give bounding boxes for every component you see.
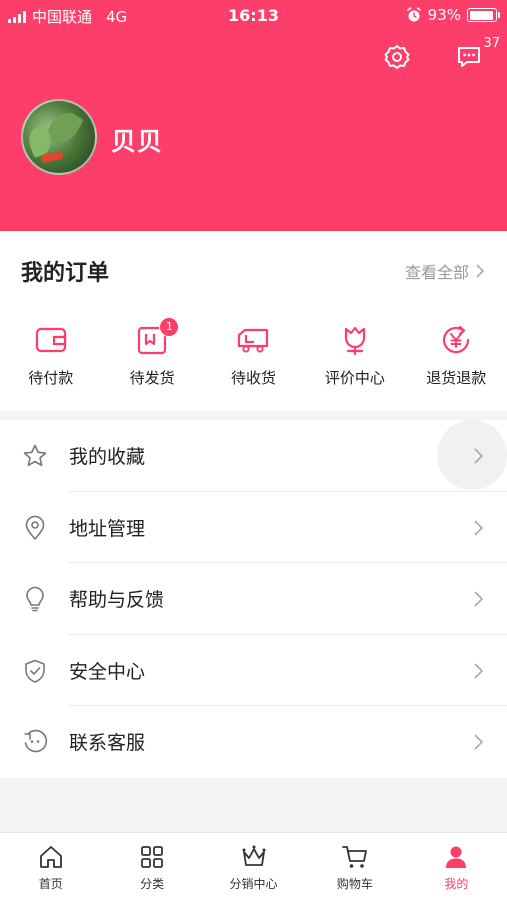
status-right: 93% [406, 6, 500, 24]
tab-label: 我的 [444, 877, 469, 891]
tab-label: 分类 [140, 877, 165, 891]
customer-service-icon [24, 730, 48, 753]
bottom-tab-bar: 首页 分类 分销中心 购物车 我的 [0, 832, 507, 900]
battery-icon [467, 8, 500, 22]
chevron-right-icon [474, 591, 484, 607]
order-item-label: 退货退款 [426, 369, 487, 387]
tab-label: 购物车 [336, 877, 373, 891]
crown-icon [242, 845, 266, 866]
menu-item-label: 安全中心 [69, 660, 146, 683]
tab-category[interactable]: 分类 [101, 833, 202, 900]
messages-button[interactable]: 37 [454, 36, 500, 72]
menu-item-customer-service[interactable]: 联系客服 [0, 706, 507, 778]
orders-title: 我的订单 [21, 261, 110, 286]
gear-icon [384, 45, 410, 69]
chevron-right-icon [474, 520, 484, 536]
cart-icon [342, 846, 367, 868]
chevron-right-icon [474, 448, 484, 464]
tab-mine[interactable]: 我的 [406, 833, 507, 900]
order-pending-receipt[interactable]: 待收货 [203, 323, 304, 388]
message-count-badge: 37 [483, 36, 500, 51]
order-pending-shipment[interactable]: 1 待发货 [101, 317, 202, 388]
yen-refund-icon [443, 325, 470, 354]
chevron-right-icon [474, 663, 484, 679]
tab-cart[interactable]: 购物车 [304, 833, 405, 900]
menu-item-label: 我的收藏 [69, 446, 146, 468]
battery-percent: 93% [427, 6, 461, 24]
menu-item-label: 帮助与反馈 [69, 589, 165, 612]
menu-item-address[interactable]: 地址管理 [0, 492, 507, 564]
tab-home[interactable]: 首页 [0, 833, 101, 900]
avatar[interactable] [21, 99, 97, 175]
tulip-icon [344, 326, 365, 356]
chat-bubble-icon [458, 47, 480, 67]
order-item-label: 待付款 [28, 369, 74, 387]
menu-item-label: 联系客服 [69, 732, 146, 755]
view-all-label: 查看全部 [404, 263, 469, 282]
wallet-icon [35, 327, 66, 353]
my-orders-card: 我的订单 查看全部 待付款 1 待发货 待收货 评价中心 退货退款 [0, 231, 507, 411]
order-count-badge: 1 [159, 317, 180, 337]
order-refund[interactable]: 退货退款 [406, 323, 507, 388]
lightbulb-icon [26, 586, 44, 612]
menu-item-label: 地址管理 [69, 517, 146, 540]
touch-feedback [437, 420, 507, 490]
user-icon [446, 846, 467, 868]
view-all-orders-link[interactable]: 查看全部 [405, 259, 485, 283]
order-status-row: 待付款 1 待发货 待收货 评价中心 退货退款 [0, 317, 507, 388]
status-bar: 中国联通 4G 16:13 93% [0, 0, 507, 32]
shield-icon [25, 659, 45, 683]
menu-list: 我的收藏 地址管理 帮助与反馈 安全中心 联系客服 [0, 420, 507, 778]
chevron-right-icon [474, 734, 484, 750]
star-icon [23, 444, 47, 467]
tab-distribution-center[interactable]: 分销中心 [203, 833, 304, 900]
grid-icon [141, 846, 164, 868]
order-item-label: 待收货 [230, 369, 276, 387]
tab-label: 分销中心 [229, 877, 278, 891]
menu-item-favorites[interactable]: 我的收藏 [0, 420, 507, 492]
order-item-label: 待发货 [129, 369, 175, 387]
truck-icon [238, 328, 269, 353]
order-pending-payment[interactable]: 待付款 [0, 323, 101, 388]
tab-label: 首页 [38, 877, 63, 891]
settings-button[interactable] [382, 42, 412, 72]
profile-header: 中国联通 4G 16:13 93% 37 贝贝 [0, 0, 507, 231]
username[interactable]: 贝贝 [111, 122, 163, 158]
chevron-right-icon [476, 264, 485, 278]
order-review-center[interactable]: 评价中心 [304, 323, 405, 388]
menu-item-security[interactable]: 安全中心 [0, 635, 507, 707]
alarm-icon [406, 7, 421, 22]
location-pin-icon [25, 515, 45, 540]
menu-item-help-feedback[interactable]: 帮助与反馈 [0, 563, 507, 635]
home-icon [39, 846, 62, 868]
order-item-label: 评价中心 [324, 369, 385, 387]
